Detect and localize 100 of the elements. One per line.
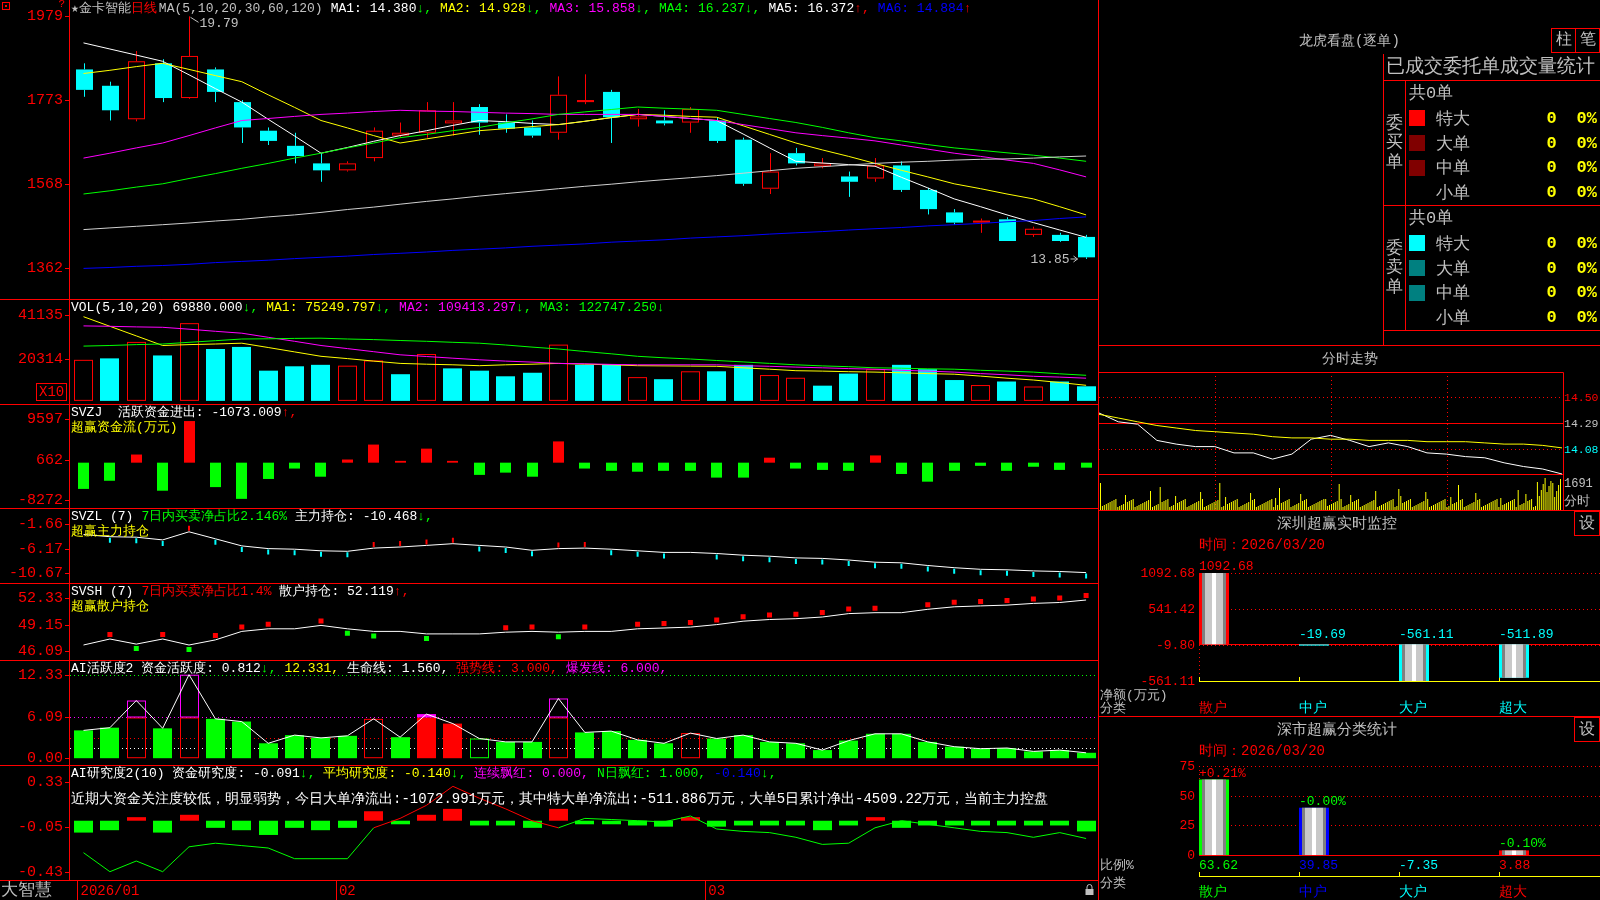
bar [1050,820,1069,826]
axis-title: 分类 [1100,875,1126,891]
lock-icon [1085,884,1094,895]
bar [259,743,278,759]
legend-text: MA3: 122747.250 [539,300,657,315]
bar [734,820,753,826]
candle [867,157,884,183]
panel-title: 分时走势 [1321,351,1378,367]
y-axis-label: 1362 [27,260,63,277]
order-size-label: 小单 [1436,308,1470,330]
total-count: 共0单 [1408,208,1454,230]
view-button[interactable]: 柱 [1551,28,1576,53]
candle [577,73,594,105]
candle [841,171,858,198]
legend-text: MA1: 75249.797 [266,300,376,315]
bar [579,462,590,469]
y-axis-label: 0 [1187,848,1195,863]
legend-text: 平均研究度: -0.140 [323,766,451,781]
bar [391,374,410,401]
settings-button[interactable]: 设 [1574,717,1600,742]
y-axis-label: 14.08 [1564,443,1599,456]
trend-arrow: ↓, [516,300,532,315]
legend-text: 生命线: 1.560, [347,661,449,676]
legend-text: MA(5,10,20,30,60,120) [158,1,323,16]
settings-button[interactable]: 设 [1574,511,1600,536]
bar [338,365,357,401]
volume-unit-label: 分时 [1564,493,1590,509]
y-axis-label: 25 [1179,818,1195,833]
bar [839,820,858,826]
value-label: 1092.68 [1199,559,1254,574]
trend-arrow: ↓, [299,766,316,781]
axis-title: 分类 [1100,700,1126,716]
bar [760,741,779,759]
order-size-label: 小单 [1436,183,1470,205]
bar [738,462,749,478]
y-axis-label: 541.42 [1148,602,1195,617]
legend-text: SVZJ 活跃资金进出: -1073.009 [71,405,282,420]
bar [711,462,722,478]
panel-title: 深市超赢分类统计 [1276,720,1397,739]
y-axis-label: -9.80 [1156,638,1195,653]
picture-bar-shading [1502,850,1526,855]
bar [764,457,775,463]
bar [1050,750,1069,759]
category-label: 大户 [1399,884,1427,900]
trend-arrow: ↓, [635,1,651,16]
trend-arrow: ↑ [963,1,972,16]
square-icon [2,2,10,10]
bar [180,674,199,718]
bar [681,371,700,401]
candle [313,152,330,183]
legend-text: 12.331, [284,661,340,676]
candle [471,103,488,136]
indicator-title: 超赢资金流(万元) [71,420,178,435]
legend-text: 散户持仓: 52.119 [279,584,394,599]
trend-arrow: ↓, [260,661,277,676]
bar [232,346,251,401]
trend-arrow: ↑, [281,405,298,420]
bar [1024,386,1043,401]
bar [180,717,199,759]
y-axis-label: -1.66 [18,516,63,533]
bar [523,741,542,759]
bar [760,375,779,401]
legend-text: -0.140 [714,766,761,781]
bar [1024,820,1043,826]
change-label: +0.21% [1199,765,1246,781]
indicator-title: 超赢散户持仓 [71,599,149,614]
bar [602,820,621,825]
y-axis-label: 12.33 [18,667,63,684]
legend-text: 主力持仓: -10.468 [295,509,418,524]
bar [206,718,225,759]
order-count: 0 [1546,308,1557,328]
bar [839,740,858,759]
bar [654,743,673,759]
bar [707,738,726,759]
bar [813,750,832,759]
bar [786,820,805,826]
bar [896,462,907,474]
y-axis-label: 9597 [27,411,63,428]
y-axis-label: 50 [1179,789,1195,804]
volume-max-label: 1691 [1564,477,1593,491]
trend-arrow: ↑, [854,1,870,16]
trend-arrow: ↓, [525,1,542,16]
unit-label: X10 [36,383,68,401]
bar [1054,462,1065,470]
order-share: 0% [1576,283,1597,303]
bar [127,341,146,401]
y-axis-label: -6.17 [18,541,63,558]
bar [549,344,568,401]
bar [206,349,225,401]
bar [263,462,274,479]
bar [496,820,515,826]
bar [395,460,406,463]
view-button[interactable]: 笔 [1575,28,1600,53]
legend-text: SVSH (7) [71,584,134,599]
order-share: 0% [1576,233,1597,253]
bar [417,354,436,401]
bar [975,462,986,466]
bar [421,448,432,463]
bar [443,723,462,759]
value-label: 63.62 [1199,857,1238,873]
